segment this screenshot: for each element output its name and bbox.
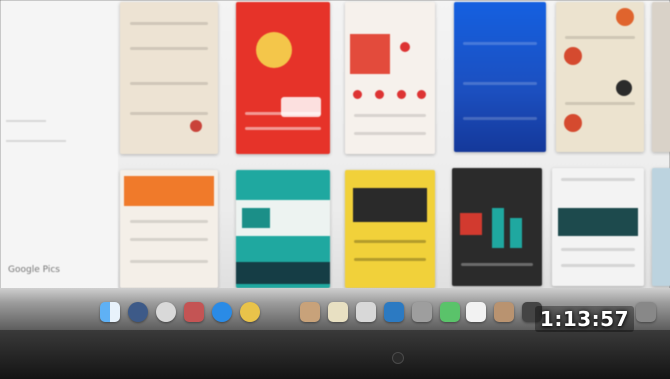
preview-icon[interactable] — [356, 302, 376, 322]
calendar-icon[interactable] — [466, 302, 486, 322]
left-panel-label: Google Pics — [8, 265, 60, 275]
chrome-icon[interactable] — [240, 302, 260, 322]
text-line — [6, 140, 66, 142]
infographic-card-light — [345, 2, 435, 154]
video-duration: 1:13:57 — [534, 306, 634, 332]
infographic-card-blue — [454, 2, 546, 152]
infographic-card-orange — [120, 170, 218, 288]
infographic-card-red — [236, 2, 330, 154]
infographic-card-edge-2 — [652, 168, 670, 286]
monitor-bezel — [0, 330, 670, 379]
messages-icon[interactable] — [440, 302, 460, 322]
safari-icon[interactable] — [156, 302, 176, 322]
mail-icon[interactable] — [184, 302, 204, 322]
launchpad-icon[interactable] — [128, 302, 148, 322]
finder-icon[interactable] — [100, 302, 120, 322]
monitor-screen: Google Pics — [0, 0, 670, 300]
video-thumbnail[interactable]: Google Pics 1:13:57 — [0, 0, 670, 379]
text-line — [6, 120, 46, 122]
trash-icon[interactable] — [636, 302, 656, 322]
infographic-card-orange-beige — [556, 2, 644, 152]
infographic-card-beige — [120, 2, 218, 154]
photos-icon[interactable] — [384, 302, 404, 322]
infographic-card-dark — [452, 168, 542, 286]
app-store-icon[interactable] — [212, 302, 232, 322]
settings-icon[interactable] — [412, 302, 432, 322]
notes-icon[interactable] — [328, 302, 348, 322]
photos-app-icon[interactable] — [494, 302, 514, 322]
infographic-card-teal — [236, 170, 330, 288]
folder-icon[interactable] — [300, 302, 320, 322]
infographic-card-edge — [652, 2, 670, 152]
infographic-card-grey — [552, 168, 644, 286]
camera-dot — [392, 352, 404, 364]
browser-left-panel: Google Pics — [0, 0, 118, 290]
infographic-card-yellow — [345, 170, 435, 288]
